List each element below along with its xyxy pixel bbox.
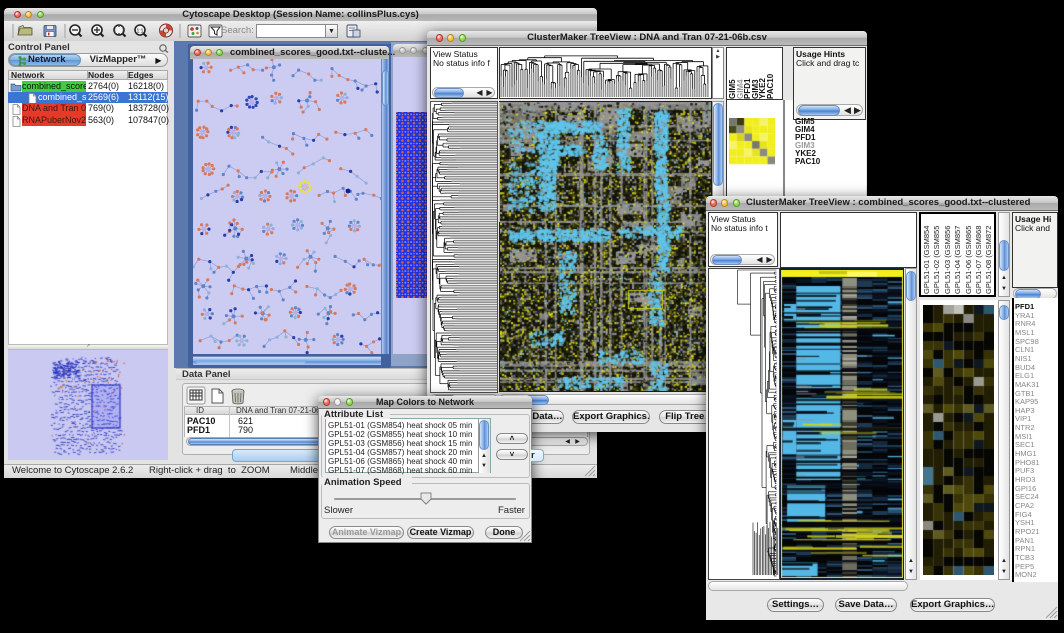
svg-text:1:1: 1:1: [137, 29, 144, 35]
